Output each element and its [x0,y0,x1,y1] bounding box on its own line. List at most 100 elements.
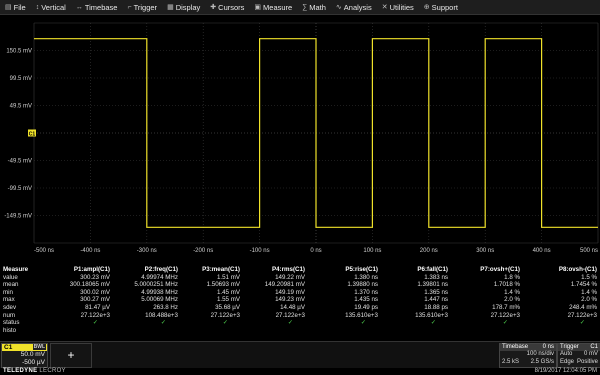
menu-label: Math [309,2,326,12]
measure-cell: 135.610e+3 [345,311,378,319]
measure-title: Measure [3,266,29,273]
y-axis-label: 49.5 mV [10,104,32,110]
y-axis-label: -49.5 mV [8,159,32,165]
status-check-icon: ✓ [430,319,436,327]
measure-cell: 4.99938 MHz [141,288,178,296]
x-axis-label: 300 ns [476,248,494,254]
menu-measure[interactable]: ▣ Measure [249,0,297,14]
measure-row-sdev: sdev 81.47 µV 263.8 Hz 35.68 µV 14.48 µV 19.4… [0,304,600,312]
measure-param-header[interactable]: P5:rise(C1) [345,266,378,274]
measure-cell: 81.47 µV [85,304,110,311]
menu-trigger[interactable]: ⌐ Trigger [122,0,162,14]
trigger-descriptor[interactable]: Trigger C1 Auto 0 mV Edge Positive [557,343,600,368]
menu-label: Utilities [389,2,414,12]
file-icon: ▤ [5,4,12,11]
footer: TELEDYNE LECROY 8/19/2017 12:04:05 PM [0,368,600,375]
measure-cell: 27.122e+3 [80,311,110,319]
channel-name: C1 [4,344,13,351]
measure-cell: 300.27 mV [80,296,110,304]
timebase-descriptor[interactable]: Timebase 0 ns 100 ns/div 2.5 kS 2.5 GS/s [499,343,557,368]
utilities-icon: ✕ [381,4,388,11]
menu-timebase[interactable]: ↔ Timebase [71,0,123,14]
x-axis-label: 100 ns [363,248,381,254]
measure-table: Measure P1:ampl(C1) P2:freq(C1) P3:mean(C1)… [0,266,600,340]
measure-cell: 149.23 mV [275,296,305,304]
x-axis-label: 200 ns [420,248,438,254]
menu-vertical[interactable]: ↕ Vertical [31,0,71,14]
measure-row-label: mean [3,281,19,289]
measure-cell: 2.0 % [504,296,520,304]
measure-row-max: max 300.27 mV 5.00069 MHz 1.55 mV 149.23 mV 1… [0,296,600,304]
status-check-icon: ✓ [92,319,98,327]
menu-label: Vertical [41,2,66,12]
measure-cell: 1.51 mV [216,273,240,281]
measure-cell: 135.610e+3 [415,311,448,319]
x-axis-label: -100 ns [250,248,270,254]
menu-label: Trigger [133,2,158,12]
measure-cell: 1.447 ns [424,296,448,304]
menu-support[interactable]: ⊕ Support [419,0,463,14]
measure-cell: 27.122e+3 [210,311,240,319]
measure-cell: 1.4 % [504,288,520,296]
measure-param-header[interactable]: P6:fall(C1) [417,266,448,274]
trigger-slope: Positive [576,358,598,365]
measure-cell: 300.18065 mV [69,281,110,289]
timebase-delay: 0 ns [542,344,554,350]
trigger-title: Trigger [560,344,579,350]
math-icon: ∑ [302,3,308,11]
measure-param-header[interactable]: P4:rms(C1) [272,266,305,274]
measure-cell: 35.68 µV [215,304,240,311]
timebase-samples: 2.5 kS [502,358,520,365]
measure-cell: 300.23 mV [80,273,110,281]
channel-header: C1 BWL [2,344,47,351]
brand-bold: TELEDYNE [3,368,38,374]
channel-descriptor-c1[interactable]: C1 BWL 50.0 mV -500 µV [1,343,48,368]
measure-param-header[interactable]: P7:ovsh+(C1) [480,266,520,274]
status-check-icon: ✓ [360,319,366,327]
measure-cell: 27.122e+3 [275,311,305,319]
measure-cell: 18.88 ps [424,304,448,311]
x-axis-label: -500 ns [34,248,54,254]
measure-param-header[interactable]: P1:ampl(C1) [74,266,110,274]
menu-utilities[interactable]: ✕ Utilities [377,0,419,14]
measure-row-min: min 300.02 mV 4.99938 MHz 1.45 mV 149.19 mV 1… [0,289,600,297]
measure-param-header[interactable]: P8:ovsh-(C1) [559,266,597,274]
measure-cell: 1.4 % [581,288,597,296]
menu-label: Cursors [218,2,245,12]
menu-display[interactable]: ▦ Display [162,0,205,14]
menu-label: Analysis [343,2,372,12]
bandwidth-limit-badge: BWL [32,344,46,350]
measure-status-label: status [3,319,20,327]
measure-cell: 5.00069 MHz [141,296,178,304]
measure-cell: 5.0000251 MHz [134,281,178,289]
measure-param-header[interactable]: P3:mean(C1) [202,266,240,274]
measure-cell: 149.20981 mV [264,281,305,289]
measure-cell: 2.0 % [581,296,597,304]
measure-cell: 1.7454 % [570,281,597,289]
bottom-panel: C1 BWL 50.0 mV -500 µV + Timebase 0 ns 1… [0,341,600,368]
measure-param-header[interactable]: P2:freq(C1) [145,266,178,274]
menu-file[interactable]: ▤ File [0,0,31,14]
measure-icon: ▣ [254,4,262,11]
measure-cell: 19.49 ps [354,304,378,311]
measure-cell: 4.99974 MHz [141,273,178,281]
menu-math[interactable]: ∑ Math [297,0,331,14]
channel-offset: -500 µV [22,358,45,366]
histo-strip [0,333,600,346]
measure-cell: 1.435 ns [354,296,378,304]
menu-label: Measure [263,2,293,12]
status-check-icon: ✓ [222,319,228,327]
y-axis-label: -149.5 mV [4,214,32,220]
measure-cell: 14.48 µV [280,304,305,311]
measure-cell: 27.122e+3 [567,311,597,319]
cursors-icon: ✚ [210,4,217,11]
status-check-icon: ✓ [502,319,508,327]
add-trace-button[interactable]: + [50,343,92,368]
x-axis-label: 400 ns [533,248,551,254]
menu-cursors[interactable]: ✚ Cursors [205,0,249,14]
trigger-channel: C1 [590,344,598,350]
menu-analysis[interactable]: ∿ Analysis [331,0,377,14]
waveform-display[interactable]: 150.5 mV 99.5 mV 49.5 mV -49.5 mV -99.5 mV -1… [0,15,600,265]
x-axis-label: -300 ns [137,248,157,254]
teledyne-lecroy-logo: TELEDYNE LECROY [3,368,66,374]
